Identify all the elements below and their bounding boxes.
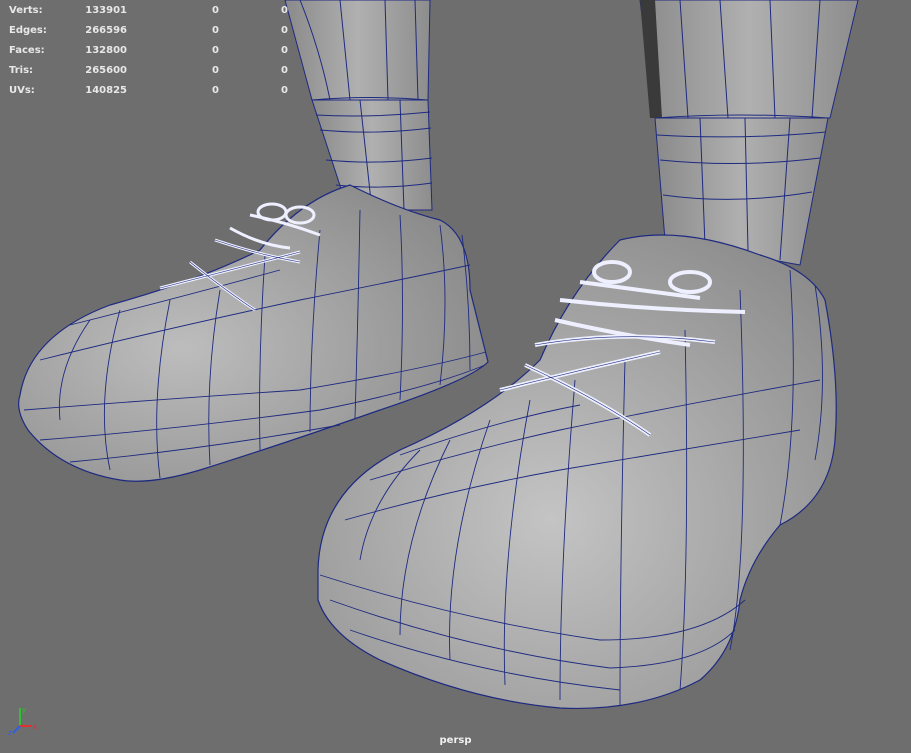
hud-component: 0 xyxy=(281,65,288,76)
left-shoe-mesh xyxy=(18,184,489,482)
axis-y-label: y xyxy=(22,706,26,714)
left-leg-mesh xyxy=(284,0,433,211)
hud-row-verts: Verts: 133901 0 0 xyxy=(9,1,288,21)
hud-total: 266596 xyxy=(85,25,127,36)
axis-gizmo-icon: y x z xyxy=(8,706,37,736)
hud-component: 0 xyxy=(281,5,288,16)
camera-name-label: persp xyxy=(439,735,472,746)
3d-viewport[interactable]: Verts: 133901 0 0 Edges: 266596 0 0 Face… xyxy=(0,0,911,753)
hud-selected: 0 xyxy=(212,5,219,16)
hud-row-uvs: UVs: 140825 0 0 xyxy=(9,81,288,101)
hud-label: Edges: xyxy=(9,25,47,36)
hud-selected: 0 xyxy=(212,25,219,36)
perspective-scene[interactable] xyxy=(0,0,911,753)
hud-row-tris: Tris: 265600 0 0 xyxy=(9,61,288,81)
hud-selected: 0 xyxy=(212,85,219,96)
hud-component: 0 xyxy=(281,85,288,96)
hud-label: UVs: xyxy=(9,85,35,96)
hud-total: 133901 xyxy=(85,5,127,16)
hud-row-faces: Faces: 132800 0 0 xyxy=(9,41,288,61)
hud-label: Verts: xyxy=(9,5,43,16)
hud-total: 132800 xyxy=(85,45,127,56)
heads-up-display: Verts: 133901 0 0 Edges: 266596 0 0 Face… xyxy=(9,1,288,101)
hud-total: 140825 xyxy=(85,85,127,96)
hud-label: Tris: xyxy=(9,65,34,76)
hud-label: Faces: xyxy=(9,45,45,56)
right-leg-mesh xyxy=(639,0,859,266)
hud-selected: 0 xyxy=(212,45,219,56)
hud-component: 0 xyxy=(281,45,288,56)
hud-selected: 0 xyxy=(212,65,219,76)
hud-row-edges: Edges: 266596 0 0 xyxy=(9,21,288,41)
hud-total: 265600 xyxy=(85,65,127,76)
hud-component: 0 xyxy=(281,25,288,36)
axis-x-label: x xyxy=(33,723,37,731)
